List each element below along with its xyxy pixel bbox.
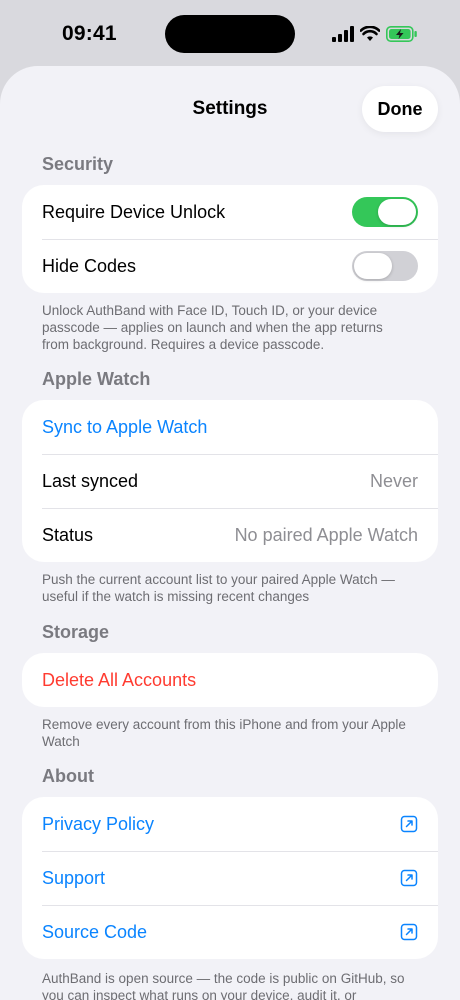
storage-card: Delete All Accounts (22, 653, 438, 707)
delete-all-row[interactable]: Delete All Accounts (22, 653, 438, 707)
done-button[interactable]: Done (362, 86, 438, 132)
settings-sheet: Settings Done Security Require Device Un… (0, 66, 460, 1000)
hide-codes-toggle[interactable] (352, 251, 418, 281)
status-time: 09:41 (62, 22, 117, 45)
wifi-icon (360, 26, 380, 41)
external-link-icon (400, 869, 418, 887)
last-synced-value: Never (369, 470, 418, 491)
storage-footer: Remove every account from this iPhone an… (42, 717, 406, 749)
section-header-about: About (42, 766, 94, 786)
require-unlock-row: Require Device Unlock (22, 185, 438, 239)
section-header-apple-watch: Apple Watch (42, 369, 151, 389)
security-footer: Unlock AuthBand with Face ID, Touch ID, … (42, 303, 383, 352)
sync-watch-button[interactable]: Sync to Apple Watch (42, 417, 418, 438)
section-header-security: Security (42, 154, 114, 174)
toggle-knob (378, 199, 416, 225)
dynamic-island (165, 15, 295, 53)
require-unlock-toggle[interactable] (352, 197, 418, 227)
section-header-storage: Storage (42, 622, 110, 642)
watch-status-label: Status (42, 524, 94, 545)
status-bar: 09:41 (0, 0, 460, 66)
require-unlock-label: Require Device Unlock (42, 201, 226, 222)
battery-charging-icon (386, 26, 417, 42)
privacy-policy-row[interactable]: Privacy Policy (22, 797, 438, 851)
privacy-policy-link[interactable]: Privacy Policy (42, 814, 400, 835)
status-icons (332, 24, 418, 44)
cellular-signal-icon (332, 26, 354, 42)
apple-watch-card: Sync to Apple Watch Last synced Never St… (22, 400, 438, 562)
security-card: Require Device Unlock Hide Codes (22, 185, 438, 293)
delete-all-accounts-button[interactable]: Delete All Accounts (42, 670, 418, 691)
last-synced-row: Last synced Never (22, 454, 438, 508)
sync-watch-row[interactable]: Sync to Apple Watch (22, 400, 438, 454)
watch-status-row: Status No paired Apple Watch (22, 508, 438, 562)
apple-watch-footer: Push the current account list to your pa… (42, 572, 395, 604)
external-link-icon (400, 815, 418, 833)
hide-codes-label: Hide Codes (42, 255, 137, 276)
external-link-icon (400, 923, 418, 941)
about-footer: AuthBand is open source — the code is pu… (42, 971, 405, 1000)
support-link[interactable]: Support (42, 868, 400, 889)
source-code-link[interactable]: Source Code (42, 922, 400, 943)
watch-status-value: No paired Apple Watch (234, 524, 418, 545)
toggle-knob (354, 253, 392, 279)
support-row[interactable]: Support (22, 851, 438, 905)
last-synced-label: Last synced (42, 470, 139, 491)
hide-codes-row: Hide Codes (22, 239, 438, 293)
source-code-row[interactable]: Source Code (22, 905, 438, 959)
about-card: Privacy Policy Support Source Code (22, 797, 438, 959)
